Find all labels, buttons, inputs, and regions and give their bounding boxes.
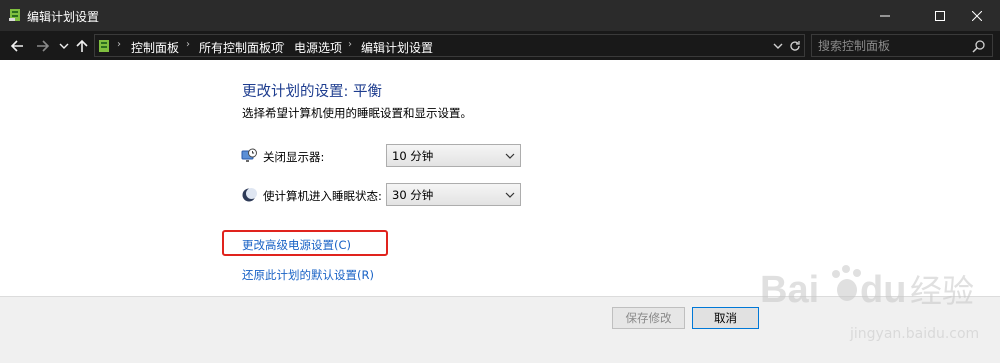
breadcrumb-item[interactable]: 编辑计划设置 — [361, 39, 433, 56]
chevron-down-icon — [773, 43, 783, 49]
restore-defaults-link[interactable]: 还原此计划的默认设置(R) — [242, 267, 374, 283]
moon-sleep-icon — [242, 188, 257, 202]
address-dropdown-button[interactable] — [771, 35, 785, 56]
address-bar[interactable]: › 控制面板 › 所有控制面板项 › 电源选项 › 编辑计划设置 — [94, 34, 805, 57]
search-icon[interactable] — [972, 39, 986, 53]
cancel-button[interactable]: 取消 — [692, 307, 759, 329]
sleep-value: 30 分钟 — [392, 188, 434, 202]
window-title: 编辑计划设置 — [27, 10, 100, 24]
search-box[interactable] — [811, 34, 993, 57]
breadcrumb-separator: › — [117, 39, 121, 50]
back-button[interactable] — [6, 31, 28, 60]
up-button[interactable] — [73, 31, 91, 60]
advanced-power-settings-link[interactable]: 更改高级电源设置(C) — [242, 237, 351, 253]
recent-locations-button[interactable] — [57, 31, 71, 60]
watermark-brand-2: du — [860, 269, 906, 311]
baidu-jingyan-watermark: Bai du 经验 jingyan.baidu.com — [760, 265, 979, 342]
refresh-icon — [790, 40, 800, 51]
close-icon — [972, 10, 982, 21]
chevron-down-icon — [505, 192, 515, 198]
display-off-label: 关闭显示器: — [263, 150, 325, 164]
sleep-label: 使计算机进入睡眠状态: — [263, 189, 382, 203]
minimize-button[interactable] — [862, 0, 908, 31]
display-off-value: 10 分钟 — [392, 149, 434, 163]
minimize-icon — [880, 15, 890, 16]
watermark-suffix: 经验 — [910, 272, 974, 310]
search-input[interactable] — [818, 37, 968, 54]
breadcrumb-separator: › — [348, 39, 352, 50]
up-arrow-icon — [76, 39, 88, 52]
breadcrumb-item[interactable]: 控制面板 — [131, 39, 179, 56]
control-panel-icon — [9, 9, 20, 21]
chevron-down-icon — [505, 153, 515, 159]
maximize-icon — [935, 10, 945, 21]
breadcrumb-separator: › — [281, 39, 285, 50]
forward-button[interactable] — [32, 31, 54, 60]
page-title: 更改计划的设置: 平衡 — [242, 84, 382, 100]
back-arrow-icon — [10, 39, 23, 52]
control-panel-icon — [99, 40, 109, 52]
paw-icon — [832, 265, 861, 301]
save-button[interactable]: 保存修改 — [612, 307, 685, 329]
page-description: 选择希望计算机使用的睡眠设置和显示设置。 — [242, 106, 472, 120]
watermark-url: jingyan.baidu.com — [849, 326, 979, 342]
watermark-brand: Bai — [760, 269, 819, 311]
breadcrumb-separator: › — [186, 39, 190, 50]
breadcrumb-item[interactable]: 电源选项 — [294, 39, 342, 56]
forward-arrow-icon — [37, 39, 50, 52]
display-off-select[interactable]: 10 分钟 — [386, 144, 521, 167]
sleep-select[interactable]: 30 分钟 — [386, 183, 521, 206]
refresh-button[interactable] — [787, 35, 803, 56]
title-bar: 编辑计划设置 — [0, 0, 1000, 31]
chevron-down-icon — [59, 43, 69, 49]
breadcrumb-item[interactable]: 所有控制面板项 — [199, 39, 283, 56]
navigation-bar: › 控制面板 › 所有控制面板项 › 电源选项 › 编辑计划设置 — [0, 31, 1000, 60]
close-button[interactable] — [954, 0, 1000, 31]
monitor-clock-icon — [241, 148, 257, 162]
